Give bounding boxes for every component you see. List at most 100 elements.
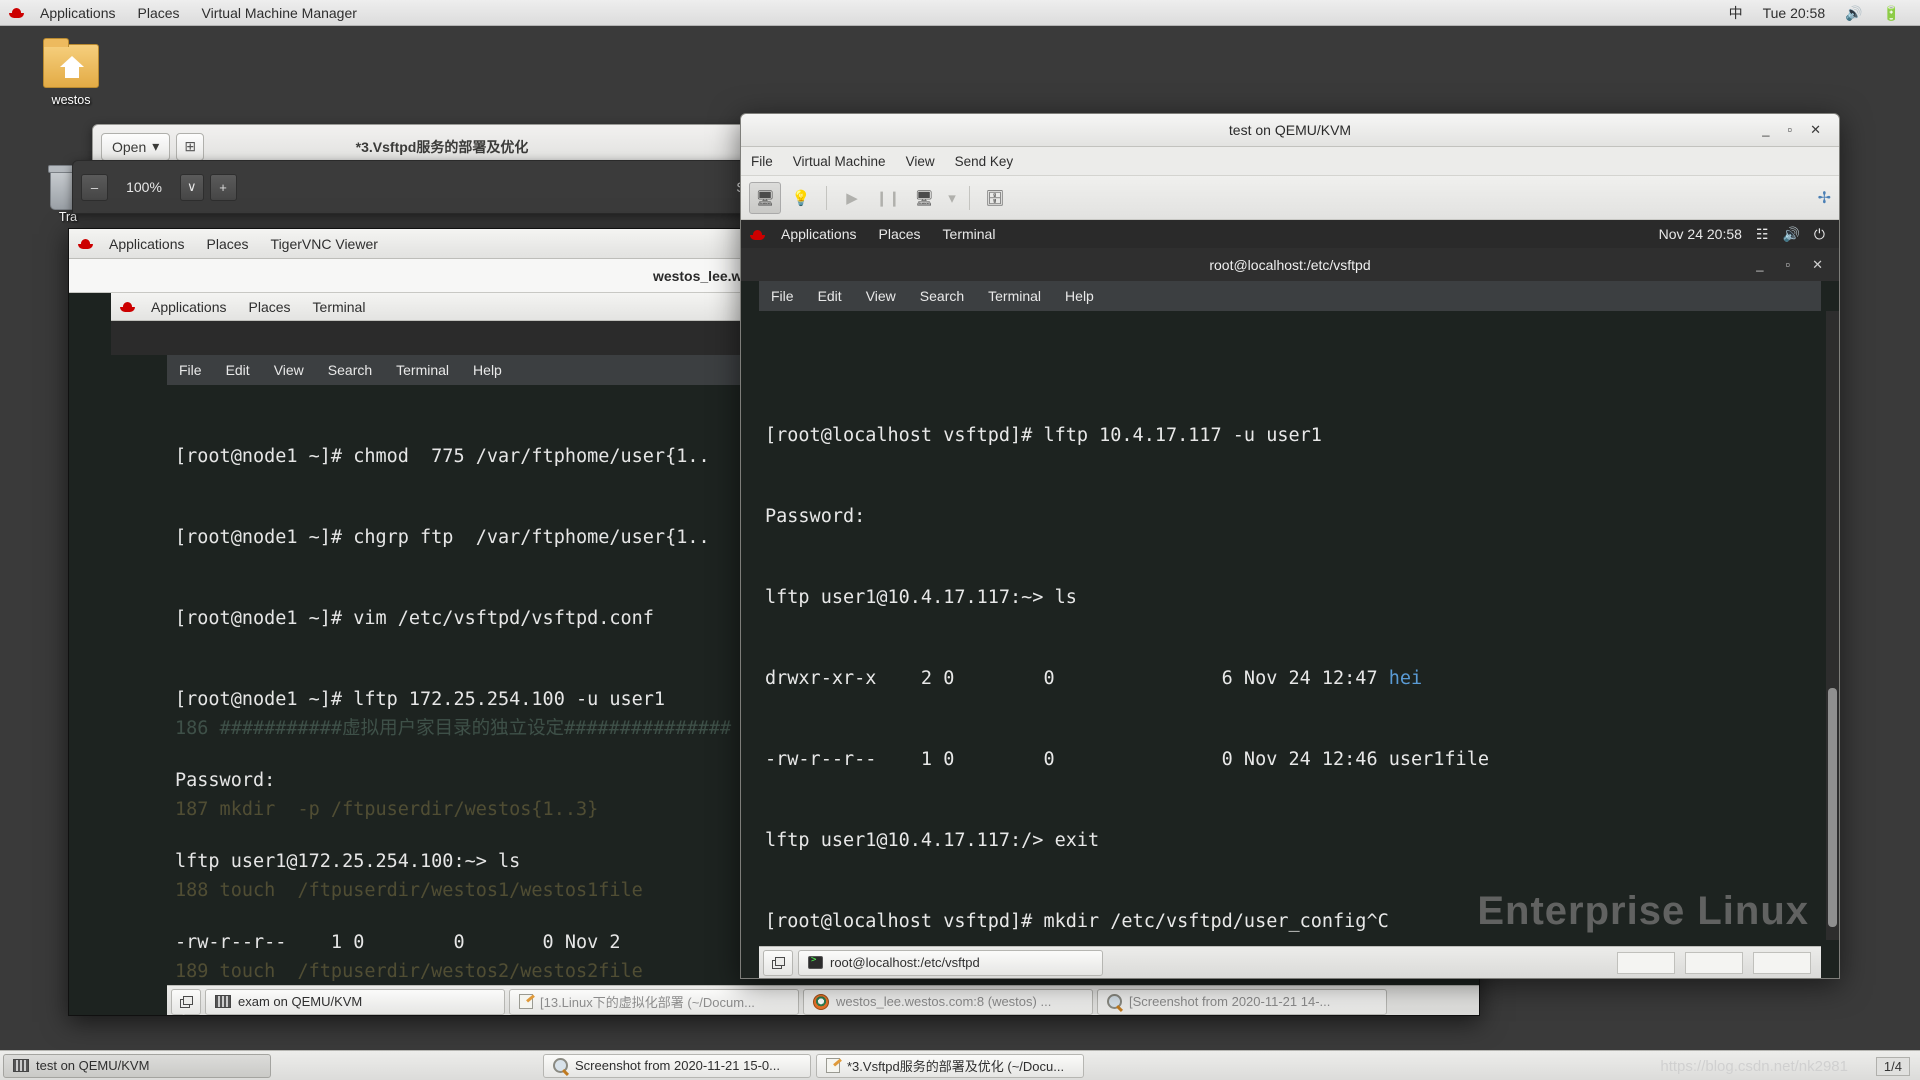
menu-edit[interactable]: Edit <box>214 362 262 378</box>
menu-help[interactable]: Help <box>461 362 514 378</box>
taskbar-item-label: root@localhost:/etc/vsftpd <box>830 955 980 970</box>
fullscreen-button[interactable]: ✢ <box>1818 188 1831 208</box>
zoom-out-button[interactable]: – <box>81 174 108 201</box>
redhat-icon[interactable] <box>8 6 25 19</box>
shutdown-button[interactable]: 🖥 <box>908 182 940 214</box>
vm-terminal-maximize[interactable]: ▫ <box>1785 257 1790 273</box>
volume-muted-icon[interactable]: 🔊 <box>1782 226 1799 243</box>
host-panel-item-places[interactable]: Places <box>127 0 191 26</box>
vm-menu-view[interactable]: View <box>896 154 945 169</box>
guest-panel-item-terminal[interactable]: Terminal <box>302 299 377 315</box>
taskbar-item-label: *3.Vsftpd服务的部署及优化 (~/Docu... <box>847 1056 1064 1075</box>
input-method-indicator[interactable]: 中 <box>1719 0 1753 26</box>
terminal-line: -rw-r--r-- 1 0 0 0 Nov 24 12:46 user1fil… <box>765 746 1821 773</box>
details-view-button[interactable]: 💡 <box>785 182 817 214</box>
battery-charging-icon[interactable]: 🔋 <box>1873 0 1910 26</box>
zoom-in-button[interactable]: + <box>210 174 237 201</box>
vm-terminal-scrollbar[interactable] <box>1826 311 1839 940</box>
console-view-button[interactable]: 🖥 <box>749 182 781 214</box>
desktop-icon-westos[interactable]: westos <box>34 44 108 107</box>
close-button[interactable]: ✕ <box>1810 122 1821 138</box>
chevron-down-icon: ∨ <box>187 179 197 195</box>
vm-terminal-minimize[interactable]: _ <box>1756 257 1763 273</box>
volume-muted-icon[interactable]: 🔊 <box>1835 0 1872 26</box>
vnc-panel-item-applications[interactable]: Applications <box>98 236 196 252</box>
vm-menu-virtual-machine[interactable]: Virtual Machine <box>783 154 896 169</box>
vm-taskbar-empty-slot[interactable] <box>1685 952 1743 974</box>
chevron-down-icon: ▾ <box>948 189 956 207</box>
virt-manager-window[interactable]: test on QEMU/KVM _ ▫ ✕ File Virtual Mach… <box>740 113 1840 979</box>
shutdown-icon: 🖥 <box>914 189 933 207</box>
taskbar-item-label: Screenshot from 2020-11-21 15-0... <box>575 1058 780 1073</box>
menu-view[interactable]: View <box>262 362 316 378</box>
vm-guest-panel-places[interactable]: Places <box>868 226 932 242</box>
minimize-button[interactable]: _ <box>1762 122 1769 138</box>
workspace-indicator[interactable]: 1/4 <box>1876 1057 1910 1076</box>
snapshot-icon: 🗄 <box>985 189 1004 207</box>
vnc-panel-item-tigervnc[interactable]: TigerVNC Viewer <box>260 236 389 252</box>
network-icon[interactable]: ☷ <box>1756 226 1769 243</box>
desktop-icon-label: westos <box>34 93 108 107</box>
vm-taskbar-item-terminal[interactable]: root@localhost:/etc/vsftpd <box>798 950 1103 976</box>
pause-button[interactable]: ❙❙ <box>872 182 904 214</box>
watermark-text: https://blog.csdn.net/nk2981 <box>1660 1058 1848 1075</box>
new-tab-button[interactable]: ⊞ <box>176 133 204 161</box>
vm-taskbar-empty-slot[interactable] <box>1617 952 1675 974</box>
run-button[interactable]: ▶ <box>836 182 868 214</box>
menu-file[interactable]: File <box>167 362 214 378</box>
host-taskbar: test on QEMU/KVM Screenshot from 2020-11… <box>0 1050 1920 1080</box>
host-taskbar-item-screenshot[interactable]: Screenshot from 2020-11-21 15-0... <box>543 1054 811 1078</box>
open-button[interactable]: Open ▾ <box>101 133 170 161</box>
vmterm-menu-help[interactable]: Help <box>1053 288 1106 304</box>
power-icon[interactable]: ⏻ <box>1814 226 1825 243</box>
guest-panel-item-places[interactable]: Places <box>238 299 302 315</box>
vm-guest-clock[interactable]: Nov 24 20:58 <box>1659 226 1742 242</box>
zoom-select[interactable]: ∨ <box>180 174 204 201</box>
host-panel-item-applications[interactable]: Applications <box>29 0 127 26</box>
vm-terminal-title-bar[interactable]: root@localhost:/etc/vsftpd _ ▫ ✕ <box>741 248 1839 281</box>
vm-terminal-output[interactable]: [root@localhost vsftpd]# lftp 10.4.17.11… <box>759 311 1821 940</box>
vm-toolbar: 🖥 💡 ▶ ❙❙ 🖥 ▾ 🗄 ✢ <box>741 176 1839 220</box>
terminal-line: lftp user1@10.4.17.117:/> exit <box>765 827 1821 854</box>
lightbulb-icon: 💡 <box>792 189 811 207</box>
pause-icon: ❙❙ <box>875 189 900 207</box>
console-icon: 🖥 <box>755 189 774 207</box>
redhat-icon <box>749 228 766 241</box>
terminal-line: drwxrwxr-x 2 0 50 6 Nov 2 <box>175 1010 1480 1016</box>
vmterm-menu-edit[interactable]: Edit <box>806 288 854 304</box>
guest-panel-item-applications[interactable]: Applications <box>140 299 238 315</box>
vnc-panel-item-places[interactable]: Places <box>196 236 260 252</box>
host-taskbar-item-vm[interactable]: test on QEMU/KVM <box>3 1054 271 1078</box>
terminal-line: Password: <box>765 503 1821 530</box>
vm-show-desktop-button[interactable] <box>763 950 793 976</box>
vm-guest-panel-terminal[interactable]: Terminal <box>932 226 1007 242</box>
menu-search[interactable]: Search <box>316 362 384 378</box>
shot-icon <box>553 1058 568 1073</box>
host-clock[interactable]: Tue 20:58 <box>1753 0 1836 26</box>
snapshot-button[interactable]: 🗄 <box>979 182 1011 214</box>
vmterm-menu-terminal[interactable]: Terminal <box>976 288 1053 304</box>
host-panel-item-vmm[interactable]: Virtual Machine Manager <box>191 0 368 26</box>
vmterm-menu-view[interactable]: View <box>854 288 908 304</box>
scrollbar-thumb[interactable] <box>1828 688 1837 927</box>
vm-guest-panel-applications[interactable]: Applications <box>770 226 868 242</box>
vm-title-bar[interactable]: test on QEMU/KVM _ ▫ ✕ <box>741 114 1839 147</box>
taskbar-item-label: test on QEMU/KVM <box>36 1058 149 1073</box>
open-label: Open <box>112 139 146 155</box>
shutdown-dropdown-button[interactable]: ▾ <box>944 182 960 214</box>
vm-taskbar-empty-slot[interactable] <box>1753 952 1811 974</box>
vmterm-menu-file[interactable]: File <box>759 288 806 304</box>
new-tab-icon: ⊞ <box>184 138 196 155</box>
chevron-down-icon: ▾ <box>152 138 159 155</box>
maximize-button[interactable]: ▫ <box>1787 122 1792 138</box>
vm-guest-screen[interactable]: Applications Places Terminal Nov 24 20:5… <box>741 220 1839 978</box>
vm-menu-send-key[interactable]: Send Key <box>945 154 1024 169</box>
vm-terminal-close[interactable]: ✕ <box>1812 257 1823 273</box>
host-taskbar-item-document[interactable]: *3.Vsftpd服务的部署及优化 (~/Docu... <box>816 1054 1084 1078</box>
fullscreen-icon: ✢ <box>1818 190 1831 207</box>
vmterm-menu-search[interactable]: Search <box>908 288 976 304</box>
note-icon <box>826 1058 840 1073</box>
terminal-line: [root@localhost vsftpd]# lftp 10.4.17.11… <box>765 422 1821 449</box>
menu-terminal[interactable]: Terminal <box>384 362 461 378</box>
vm-menu-file[interactable]: File <box>741 154 783 169</box>
